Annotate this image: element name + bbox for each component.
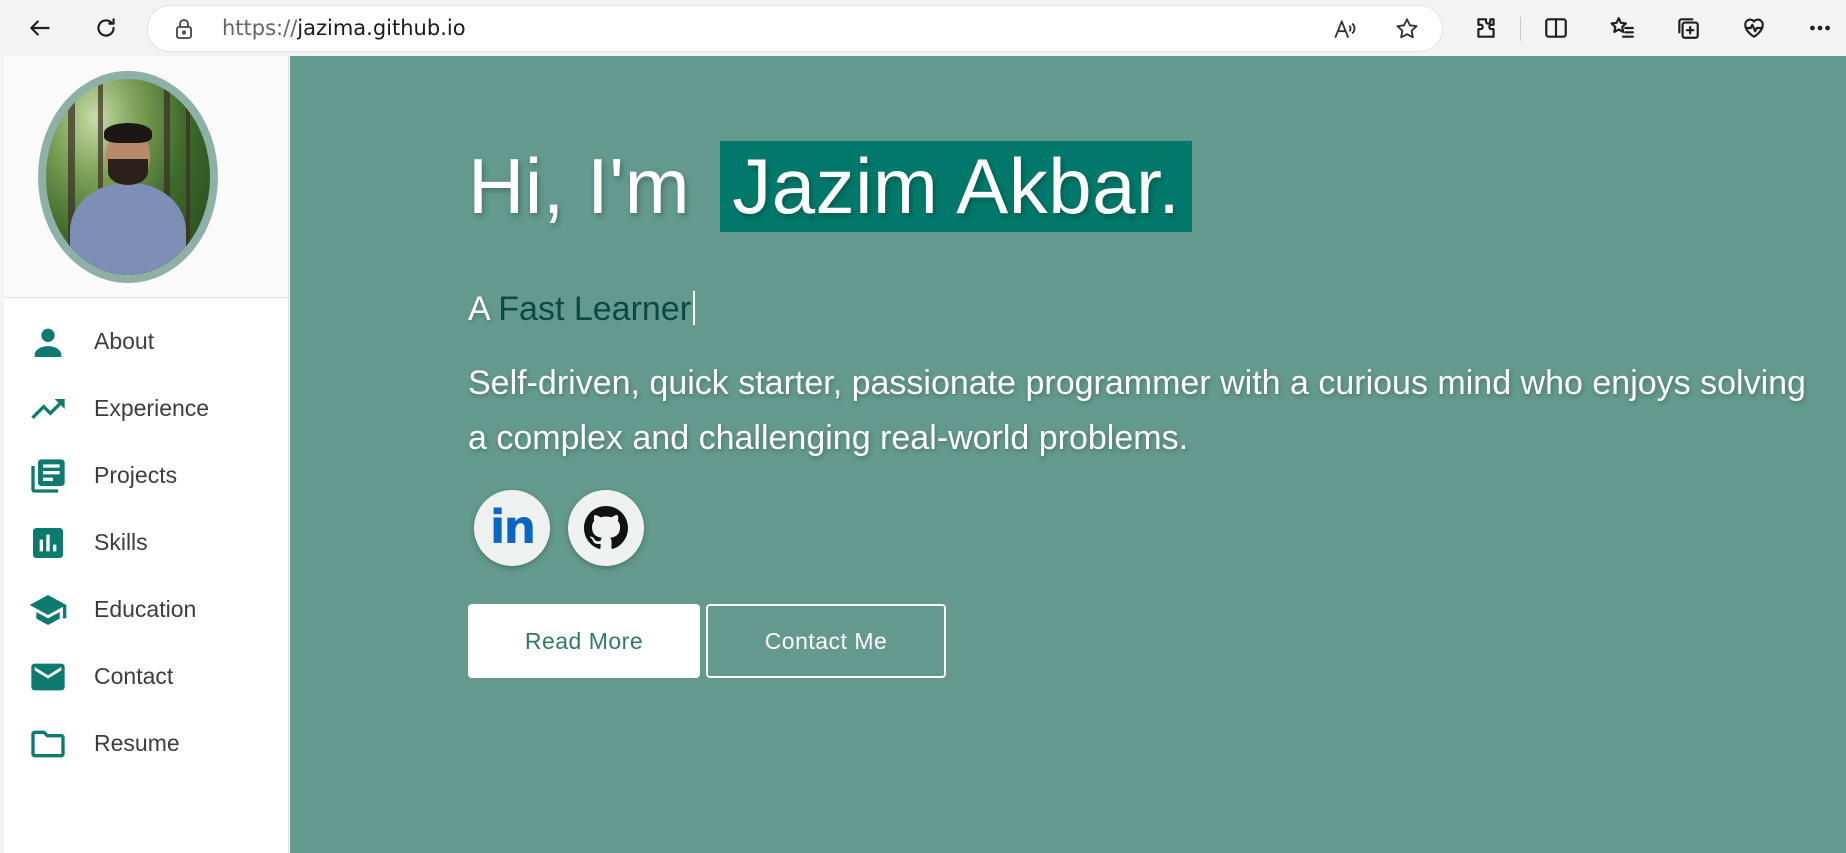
sidebar-nav: About Experience Projects Skills Educati… (4, 298, 288, 777)
trending-up-icon (28, 389, 68, 429)
sidebar-item-skills[interactable]: Skills (4, 509, 288, 576)
page-content: About Experience Projects Skills Educati… (0, 56, 1846, 853)
sidebar-item-contact[interactable]: Contact (4, 643, 288, 710)
sidebar: About Experience Projects Skills Educati… (4, 56, 289, 853)
extensions-button[interactable] (1466, 8, 1506, 48)
read-more-button[interactable]: Read More (468, 604, 700, 678)
sidebar-item-projects[interactable]: Projects (4, 442, 288, 509)
split-screen-icon (1545, 18, 1567, 38)
browser-toolbar: https://jazima.github.io (0, 0, 1846, 56)
page-title: Hi, I'm Jazim Akbar. (468, 141, 1193, 232)
library-books-icon (28, 456, 68, 496)
sidebar-item-about[interactable]: About (4, 308, 288, 375)
tagline-prefix: A (468, 290, 489, 328)
hero-section: Hi, I'm Jazim Akbar. A Fast Learner Self… (290, 56, 1846, 853)
typing-caret (693, 291, 696, 325)
mail-icon (28, 657, 68, 697)
profile-photo (46, 79, 210, 275)
greeting-prefix: Hi, I'm (468, 142, 691, 230)
name-highlight: Jazim Akbar. (720, 141, 1193, 232)
github-button[interactable] (568, 490, 644, 566)
folder-icon (28, 724, 68, 764)
favorites-button[interactable] (1602, 8, 1642, 48)
browser-essentials-button[interactable] (1734, 8, 1774, 48)
bio-text: Self-driven, quick starter, passionate p… (468, 364, 1806, 457)
sidebar-item-label: Projects (94, 462, 178, 488)
linkedin-icon: in (489, 500, 536, 554)
toolbar-divider (1520, 17, 1521, 41)
ellipsis-icon (1810, 25, 1830, 31)
favorite-star-icon[interactable] (1394, 16, 1420, 42)
sidebar-item-label: About (94, 328, 155, 354)
typed-text: Fast Learner (498, 290, 692, 328)
sidebar-item-label: Experience (94, 395, 210, 421)
sidebar-item-label: Education (94, 596, 197, 622)
back-arrow-icon (30, 20, 50, 36)
heart-pulse-icon (1744, 18, 1764, 38)
collections-icon (1678, 18, 1699, 39)
url-text: https://jazima.github.io (222, 16, 466, 40)
more-menu-button[interactable] (1800, 8, 1840, 48)
bar-chart-icon (28, 523, 68, 563)
github-icon (584, 506, 628, 549)
lock-icon (172, 17, 196, 41)
puzzle-icon (1477, 18, 1495, 38)
linkedin-button[interactable]: in (474, 490, 550, 566)
sidebar-item-label: Skills (94, 529, 148, 555)
split-screen-button[interactable] (1536, 8, 1576, 48)
sidebar-item-experience[interactable]: Experience (4, 375, 288, 442)
school-icon (28, 590, 68, 630)
person-icon (28, 322, 68, 362)
sidebar-item-resume[interactable]: Resume (4, 710, 288, 777)
sidebar-item-label: Contact (94, 663, 174, 689)
address-bar[interactable]: https://jazima.github.io (148, 6, 1442, 51)
read-aloud-icon[interactable] (1332, 16, 1358, 42)
collections-button[interactable] (1668, 8, 1708, 48)
tagline: A Fast Learner (468, 290, 696, 329)
refresh-icon (97, 18, 115, 37)
avatar (38, 71, 218, 283)
favorites-list-icon (1610, 17, 1634, 38)
refresh-button[interactable] (86, 8, 126, 48)
sidebar-item-label: Resume (94, 730, 180, 756)
sidebar-item-education[interactable]: Education (4, 576, 288, 643)
contact-me-button[interactable]: Contact Me (706, 604, 946, 678)
profile-section (4, 56, 288, 298)
back-button[interactable] (20, 8, 60, 48)
